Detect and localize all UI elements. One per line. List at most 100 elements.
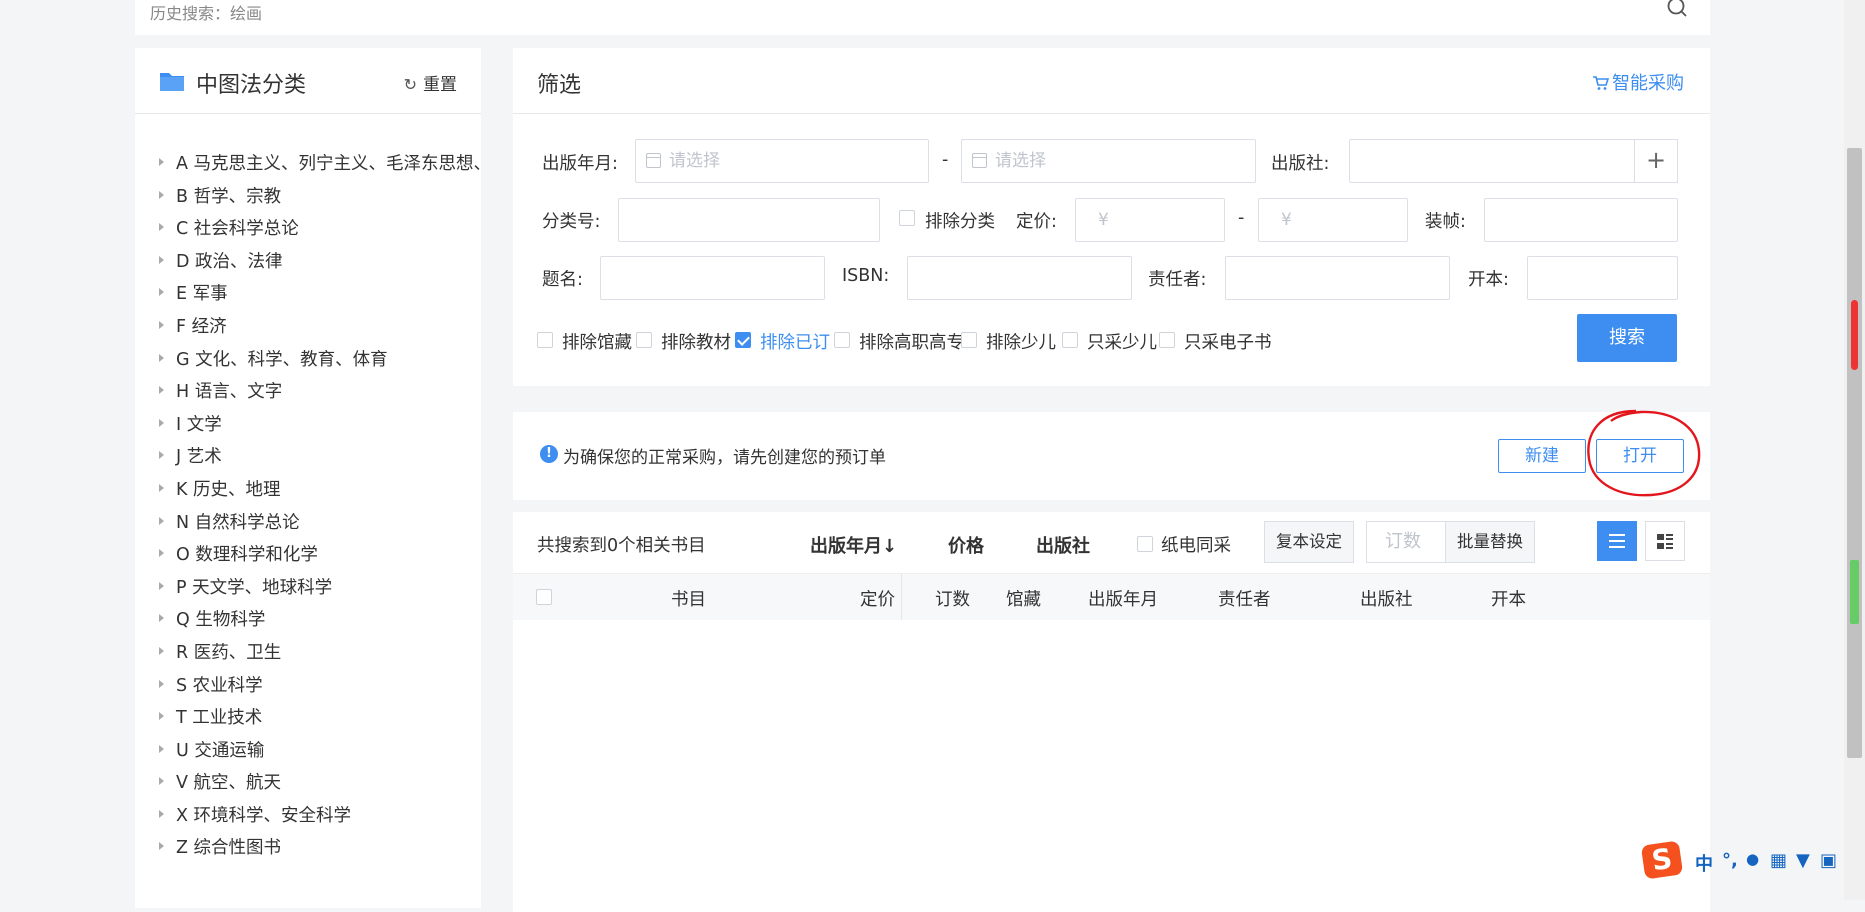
microphone-icon[interactable]: ● [1746,850,1759,868]
expand-arrow-icon[interactable] [159,581,164,590]
author-input[interactable] [1225,256,1450,300]
grid-view-button[interactable] [1645,521,1685,561]
pub-date-start-input[interactable]: 请选择 [635,139,929,183]
category-item[interactable]: B 哲学、宗教 [135,181,481,214]
column-header[interactable]: 出版社 [1360,586,1413,611]
column-header[interactable]: 书目 [671,586,706,611]
expand-arrow-icon[interactable] [159,451,164,460]
binding-input[interactable] [1484,198,1678,242]
category-item[interactable]: G 文化、科学、教育、体育 [135,344,481,377]
expand-arrow-icon[interactable] [159,320,164,329]
category-item[interactable]: T 工业技术 [135,702,481,735]
expand-arrow-icon[interactable] [159,353,164,362]
category-item[interactable]: X 环境科学、安全科学 [135,800,481,833]
category-item[interactable]: V 航空、航天 [135,767,481,800]
ime-toolbar[interactable]: S 中 °, ● ▦ ▼ ▣ [1640,840,1845,890]
column-header[interactable]: 责任者 [1218,586,1271,611]
category-item[interactable]: I 文学 [135,409,481,442]
sort-publisher[interactable]: 出版社 [1036,532,1090,558]
expand-arrow-icon[interactable] [159,288,164,297]
price-max-input[interactable]: ¥ [1258,198,1408,242]
exclude-class-checkbox[interactable] [899,210,915,226]
category-item[interactable]: N 自然科学总论 [135,507,481,540]
search-history-text[interactable]: 历史搜索：绘画 [150,0,262,24]
keyboard-icon[interactable]: ▦ [1770,850,1787,871]
category-item[interactable]: P 天文学、地球科学 [135,572,481,605]
sort-pub-date[interactable]: 出版年月↓ [810,532,897,558]
expand-arrow-icon[interactable] [159,386,164,395]
new-order-button[interactable]: 新建 [1498,439,1586,473]
add-publisher-button[interactable]: + [1634,139,1678,183]
expand-arrow-icon[interactable] [159,679,164,688]
column-header[interactable]: 定价 [860,586,895,611]
column-header[interactable]: 馆藏 [1006,586,1041,611]
expand-arrow-icon[interactable] [159,190,164,199]
category-item[interactable]: C 社会科学总论 [135,213,481,246]
expand-arrow-icon[interactable] [159,418,164,427]
expand-arrow-icon[interactable] [159,223,164,232]
copy-settings-button[interactable]: 复本设定 [1264,521,1354,563]
toolbox-icon[interactable]: ▣ [1820,850,1837,871]
expand-arrow-icon[interactable] [159,809,164,818]
expand-arrow-icon[interactable] [159,516,164,525]
category-item[interactable]: F 经济 [135,311,481,344]
class-no-input[interactable] [618,198,880,242]
expand-arrow-icon[interactable] [159,549,164,558]
category-item[interactable]: D 政治、法律 [135,246,481,279]
ime-punctuation-toggle[interactable]: °, [1722,850,1738,871]
filter-checkbox[interactable] [735,332,751,348]
category-item[interactable]: Q 生物科学 [135,604,481,637]
filter-checkbox[interactable] [1062,332,1078,348]
expand-arrow-icon[interactable] [159,744,164,753]
sort-price[interactable]: 价格 [948,532,984,558]
column-header[interactable]: 出版年月 [1088,586,1158,611]
pub-date-end-input[interactable]: 请选择 [961,139,1256,183]
reset-button[interactable]: ↻ 重置 [404,70,457,95]
filter-checkbox[interactable] [537,332,553,348]
list-view-button[interactable] [1597,521,1637,561]
sogou-logo-icon[interactable]: S [1640,840,1684,880]
format-input[interactable] [1527,256,1678,300]
top-search-bar[interactable]: 历史搜索：绘画 [135,0,1710,35]
filter-checkbox[interactable] [1159,332,1175,348]
filter-checkbox[interactable] [636,332,652,348]
filter-checkbox[interactable] [961,332,977,348]
page-scrollbar[interactable] [1844,0,1865,900]
category-item[interactable]: E 军事 [135,278,481,311]
category-item[interactable]: S 农业科学 [135,670,481,703]
category-item[interactable]: R 医药、卫生 [135,637,481,670]
category-item[interactable]: H 语言、文字 [135,376,481,409]
column-header[interactable]: 订数 [935,586,970,611]
ime-language-toggle[interactable]: 中 [1695,850,1713,876]
expand-arrow-icon[interactable] [159,158,164,166]
expand-arrow-icon[interactable] [159,614,164,623]
smart-purchase-link[interactable]: 智能采购 [1592,69,1684,95]
category-item[interactable]: U 交通运输 [135,735,481,768]
isbn-input[interactable] [907,256,1132,300]
category-item[interactable]: Z 综合性图书 [135,832,481,865]
expand-arrow-icon[interactable] [159,255,164,264]
category-item[interactable]: K 历史、地理 [135,474,481,507]
filter-checkbox-label: 排除已订 [760,333,830,353]
title-input[interactable] [600,256,825,300]
batch-replace-button[interactable]: 批量替换 [1445,521,1535,563]
paper-ebook-checkbox[interactable] [1137,536,1153,552]
category-item[interactable]: A 马克思主义、列宁主义、毛泽东思想、 [135,148,481,181]
select-all-checkbox[interactable] [536,589,552,605]
column-header[interactable]: 开本 [1491,586,1526,611]
category-item[interactable]: O 数理科学和化学 [135,539,481,572]
publisher-input[interactable] [1349,139,1635,183]
expand-arrow-icon[interactable] [159,646,164,655]
search-button[interactable]: 搜索 [1577,314,1677,362]
expand-arrow-icon[interactable] [159,483,164,492]
search-icon[interactable] [1666,0,1688,18]
expand-arrow-icon[interactable] [159,777,164,786]
order-quantity-input[interactable]: 订数 [1366,521,1446,563]
expand-arrow-icon[interactable] [159,712,164,721]
filter-checkbox[interactable] [834,332,850,348]
skin-icon[interactable]: ▼ [1796,850,1810,871]
scrollbar-thumb[interactable] [1847,148,1862,758]
category-item[interactable]: J 艺术 [135,441,481,474]
expand-arrow-icon[interactable] [159,842,164,851]
price-min-input[interactable]: ¥ [1075,198,1225,242]
